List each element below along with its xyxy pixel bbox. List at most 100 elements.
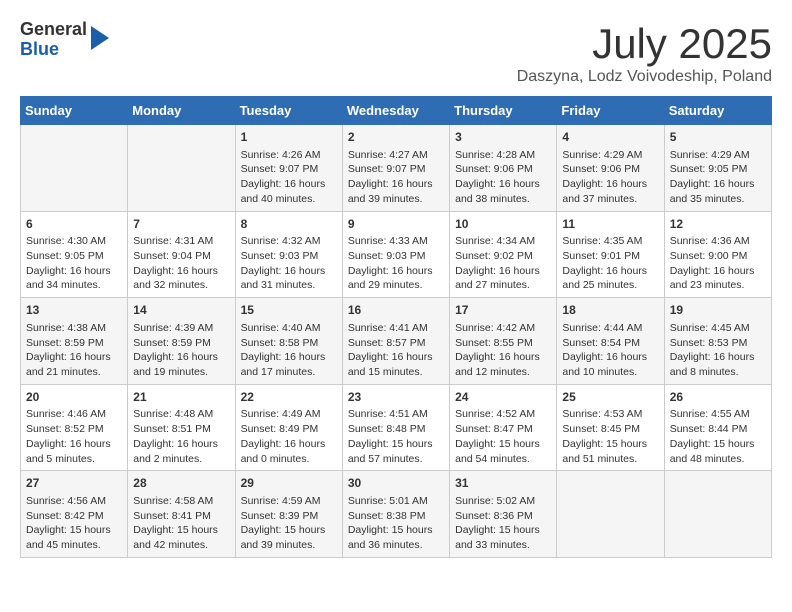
day-detail: Sunrise: 4:38 AM Sunset: 8:59 PM Dayligh… (26, 321, 122, 380)
day-detail: Sunrise: 4:55 AM Sunset: 8:44 PM Dayligh… (670, 407, 766, 466)
day-number: 13 (26, 302, 122, 319)
calendar-cell: 2Sunrise: 4:27 AM Sunset: 9:07 PM Daylig… (342, 125, 449, 212)
day-detail: Sunrise: 4:28 AM Sunset: 9:06 PM Dayligh… (455, 148, 551, 207)
logo-arrow-icon (91, 26, 109, 50)
day-number: 17 (455, 302, 551, 319)
header-cell-friday: Friday (557, 97, 664, 125)
calendar-cell: 4 Sunrise: 4:29 AM Sunset: 9:06 PM Daylig… (557, 125, 664, 212)
day-number: 31 (455, 475, 551, 492)
day-detail: Sunrise: 4:32 AM Sunset: 9:03 PM Dayligh… (241, 234, 337, 293)
calendar-week-1: 1Sunrise: 4:26 AM Sunset: 9:07 PM Daylig… (21, 125, 772, 212)
day-number: 9 (348, 216, 444, 233)
day-number: 1 (241, 129, 337, 146)
day-number: 6 (26, 216, 122, 233)
day-number: 11 (562, 216, 658, 233)
day-detail: Sunrise: 4:41 AM Sunset: 8:57 PM Dayligh… (348, 321, 444, 380)
calendar-cell: 29 Sunrise: 4:59 AM Sunset: 8:39 PM Dayli… (235, 471, 342, 558)
calendar-cell: 5 Sunrise: 4:29 AM Sunset: 9:05 PM Daylig… (664, 125, 771, 212)
calendar-cell: 26Sunrise: 4:55 AM Sunset: 8:44 PM Dayli… (664, 384, 771, 471)
header-row: SundayMondayTuesdayWednesdayThursdayFrid… (21, 97, 772, 125)
day-number: 20 (26, 389, 122, 406)
day-detail: Sunrise: 4:59 AM Sunset: 8:39 PM Dayligh… (241, 494, 337, 553)
calendar-week-3: 13 Sunrise: 4:38 AM Sunset: 8:59 PM Dayli… (21, 298, 772, 385)
day-number: 26 (670, 389, 766, 406)
calendar-cell: 20Sunrise: 4:46 AM Sunset: 8:52 PM Dayli… (21, 384, 128, 471)
day-number: 15 (241, 302, 337, 319)
calendar-cell: 15 Sunrise: 4:40 AM Sunset: 8:58 PM Dayli… (235, 298, 342, 385)
day-detail: Sunrise: 4:48 AM Sunset: 8:51 PM Dayligh… (133, 407, 229, 466)
day-number: 28 (133, 475, 229, 492)
day-detail: Sunrise: 4:34 AM Sunset: 9:02 PM Dayligh… (455, 234, 551, 293)
location-label: Daszyna, Lodz Voivodeship, Poland (517, 68, 772, 86)
logo: General Blue (20, 20, 109, 60)
day-number: 7 (133, 216, 229, 233)
calendar-cell: 27 Sunrise: 4:56 AM Sunset: 8:42 PM Dayli… (21, 471, 128, 558)
calendar-cell: 6Sunrise: 4:30 AM Sunset: 9:05 PM Daylig… (21, 211, 128, 298)
day-number: 10 (455, 216, 551, 233)
calendar-cell (557, 471, 664, 558)
day-detail: Sunrise: 4:40 AM Sunset: 8:58 PM Dayligh… (241, 321, 337, 380)
title-section: July 2025 Daszyna, Lodz Voivodeship, Pol… (517, 20, 772, 86)
calendar-cell: 22Sunrise: 4:49 AM Sunset: 8:49 PM Dayli… (235, 384, 342, 471)
day-detail: Sunrise: 4:29 AM Sunset: 9:05 PM Dayligh… (670, 148, 766, 207)
calendar-cell: 10Sunrise: 4:34 AM Sunset: 9:02 PM Dayli… (450, 211, 557, 298)
day-detail: Sunrise: 4:42 AM Sunset: 8:55 PM Dayligh… (455, 321, 551, 380)
day-number: 30 (348, 475, 444, 492)
day-number: 27 (26, 475, 122, 492)
calendar-cell: 25Sunrise: 4:53 AM Sunset: 8:45 PM Dayli… (557, 384, 664, 471)
day-number: 5 (670, 129, 766, 146)
day-number: 16 (348, 302, 444, 319)
calendar-cell: 14Sunrise: 4:39 AM Sunset: 8:59 PM Dayli… (128, 298, 235, 385)
day-detail: Sunrise: 4:27 AM Sunset: 9:07 PM Dayligh… (348, 148, 444, 207)
day-number: 21 (133, 389, 229, 406)
day-detail: Sunrise: 4:56 AM Sunset: 8:42 PM Dayligh… (26, 494, 122, 553)
header-cell-sunday: Sunday (21, 97, 128, 125)
day-number: 23 (348, 389, 444, 406)
day-number: 12 (670, 216, 766, 233)
header-cell-saturday: Saturday (664, 97, 771, 125)
logo-general: General (20, 19, 87, 39)
header-cell-monday: Monday (128, 97, 235, 125)
calendar-cell: 28 Sunrise: 4:58 AM Sunset: 8:41 PM Dayli… (128, 471, 235, 558)
calendar-cell: 13 Sunrise: 4:38 AM Sunset: 8:59 PM Dayli… (21, 298, 128, 385)
calendar-cell: 1Sunrise: 4:26 AM Sunset: 9:07 PM Daylig… (235, 125, 342, 212)
day-detail: Sunrise: 4:35 AM Sunset: 9:01 PM Dayligh… (562, 234, 658, 293)
day-number: 3 (455, 129, 551, 146)
day-detail: Sunrise: 4:31 AM Sunset: 9:04 PM Dayligh… (133, 234, 229, 293)
calendar-cell: 30 Sunrise: 5:01 AM Sunset: 8:38 PM Dayli… (342, 471, 449, 558)
day-detail: Sunrise: 4:58 AM Sunset: 8:41 PM Dayligh… (133, 494, 229, 553)
calendar-week-4: 20Sunrise: 4:46 AM Sunset: 8:52 PM Dayli… (21, 384, 772, 471)
calendar-cell (664, 471, 771, 558)
day-detail: Sunrise: 4:29 AM Sunset: 9:06 PM Dayligh… (562, 148, 658, 207)
day-detail: Sunrise: 4:36 AM Sunset: 9:00 PM Dayligh… (670, 234, 766, 293)
header-cell-tuesday: Tuesday (235, 97, 342, 125)
day-number: 14 (133, 302, 229, 319)
day-detail: Sunrise: 4:51 AM Sunset: 8:48 PM Dayligh… (348, 407, 444, 466)
day-number: 29 (241, 475, 337, 492)
calendar-cell: 7Sunrise: 4:31 AM Sunset: 9:04 PM Daylig… (128, 211, 235, 298)
calendar-cell (21, 125, 128, 212)
day-number: 18 (562, 302, 658, 319)
day-number: 4 (562, 129, 658, 146)
day-detail: Sunrise: 4:46 AM Sunset: 8:52 PM Dayligh… (26, 407, 122, 466)
header-cell-wednesday: Wednesday (342, 97, 449, 125)
calendar-cell: 9Sunrise: 4:33 AM Sunset: 9:03 PM Daylig… (342, 211, 449, 298)
calendar-cell: 8Sunrise: 4:32 AM Sunset: 9:03 PM Daylig… (235, 211, 342, 298)
day-detail: Sunrise: 4:33 AM Sunset: 9:03 PM Dayligh… (348, 234, 444, 293)
day-detail: Sunrise: 4:49 AM Sunset: 8:49 PM Dayligh… (241, 407, 337, 466)
day-detail: Sunrise: 5:01 AM Sunset: 8:38 PM Dayligh… (348, 494, 444, 553)
calendar-cell: 24Sunrise: 4:52 AM Sunset: 8:47 PM Dayli… (450, 384, 557, 471)
calendar-header: SundayMondayTuesdayWednesdayThursdayFrid… (21, 97, 772, 125)
calendar-cell: 3 Sunrise: 4:28 AM Sunset: 9:06 PM Daylig… (450, 125, 557, 212)
day-detail: Sunrise: 5:02 AM Sunset: 8:36 PM Dayligh… (455, 494, 551, 553)
calendar-cell: 19Sunrise: 4:45 AM Sunset: 8:53 PM Dayli… (664, 298, 771, 385)
calendar-cell: 23Sunrise: 4:51 AM Sunset: 8:48 PM Dayli… (342, 384, 449, 471)
day-number: 19 (670, 302, 766, 319)
calendar-cell: 11Sunrise: 4:35 AM Sunset: 9:01 PM Dayli… (557, 211, 664, 298)
calendar-cell: 18Sunrise: 4:44 AM Sunset: 8:54 PM Dayli… (557, 298, 664, 385)
calendar-week-2: 6Sunrise: 4:30 AM Sunset: 9:05 PM Daylig… (21, 211, 772, 298)
calendar-cell: 12Sunrise: 4:36 AM Sunset: 9:00 PM Dayli… (664, 211, 771, 298)
header-cell-thursday: Thursday (450, 97, 557, 125)
day-detail: Sunrise: 4:53 AM Sunset: 8:45 PM Dayligh… (562, 407, 658, 466)
day-detail: Sunrise: 4:52 AM Sunset: 8:47 PM Dayligh… (455, 407, 551, 466)
